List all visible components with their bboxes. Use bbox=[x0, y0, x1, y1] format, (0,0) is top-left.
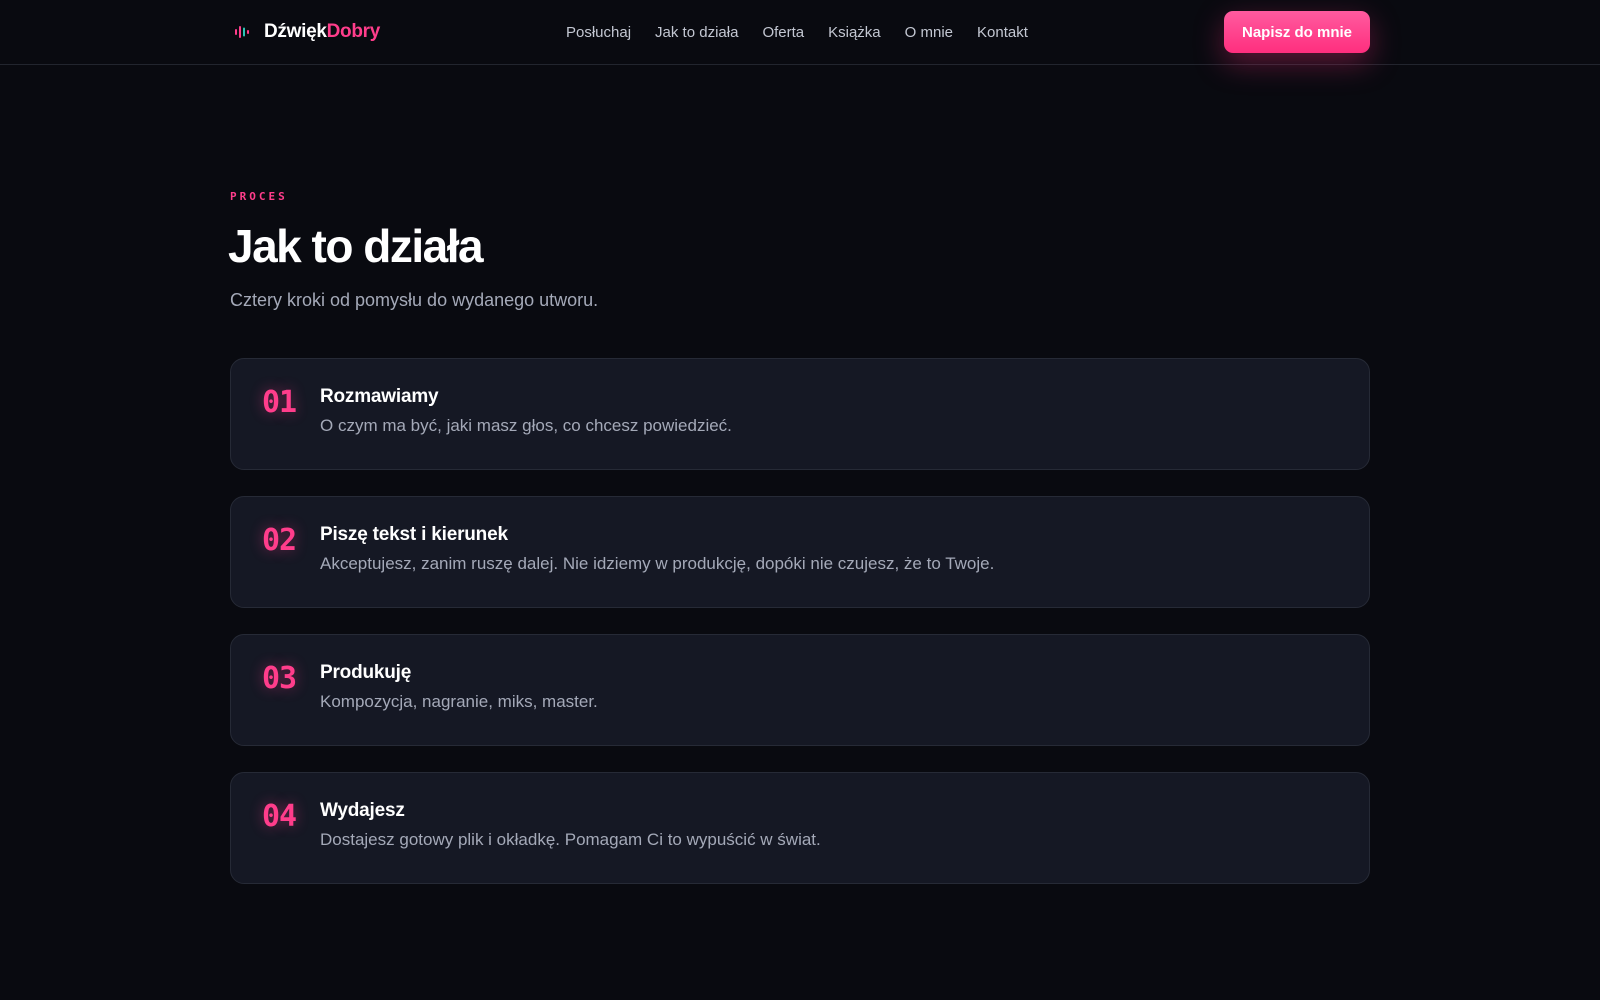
brand-name-part2: Dobry bbox=[326, 21, 381, 42]
section-subtitle: Cztery kroki od pomysłu do wydanego utwo… bbox=[230, 290, 599, 310]
step-title: Wydajesz bbox=[320, 800, 405, 821]
main-nav: Posłuchaj Jak to działa Oferta Książka O… bbox=[566, 20, 1028, 44]
nav-item-posluchaj[interactable]: Posłuchaj bbox=[566, 24, 631, 41]
step-title: Rozmawiamy bbox=[320, 386, 439, 407]
brand-name: DźwiękDobry bbox=[264, 21, 380, 43]
step-number: 03 bbox=[262, 661, 297, 696]
step-card: 02 Piszę tekst i kierunek Akceptujesz, z… bbox=[230, 496, 1370, 608]
step-number: 04 bbox=[262, 799, 297, 834]
nav-item-kontakt[interactable]: Kontakt bbox=[977, 24, 1028, 41]
step-title: Produkuję bbox=[320, 662, 412, 683]
step-title: Piszę tekst i kierunek bbox=[320, 524, 508, 545]
steps-list: 01 Rozmawiamy O czym ma być, jaki masz g… bbox=[230, 358, 1370, 884]
step-card: 03 Produkuję Kompozycja, nagranie, miks,… bbox=[230, 634, 1370, 746]
nav-item-ksiazka[interactable]: Książka bbox=[828, 24, 881, 41]
nav-item-jak-to-dziala[interactable]: Jak to działa bbox=[655, 24, 738, 41]
step-card: 04 Wydajesz Dostajesz gotowy plik i okła… bbox=[230, 772, 1370, 884]
section-eyebrow: PROCES bbox=[230, 190, 288, 203]
brand-name-part1: Dźwięk bbox=[264, 21, 327, 42]
brand-logo[interactable]: DźwiękDobry bbox=[234, 19, 380, 45]
nav-item-o-mnie[interactable]: O mnie bbox=[905, 24, 953, 41]
contact-cta-button[interactable]: Napisz do mnie bbox=[1224, 11, 1370, 53]
nav-item-oferta[interactable]: Oferta bbox=[762, 24, 804, 41]
step-description: Kompozycja, nagranie, miks, master. bbox=[320, 692, 598, 711]
step-card: 01 Rozmawiamy O czym ma być, jaki masz g… bbox=[230, 358, 1370, 470]
sound-wave-icon bbox=[235, 26, 249, 38]
section-title: Jak to działa bbox=[228, 220, 484, 272]
step-number: 01 bbox=[262, 385, 297, 420]
step-description: Dostajesz gotowy plik i okładkę. Pomagam… bbox=[320, 830, 821, 849]
step-number: 02 bbox=[262, 523, 297, 558]
step-description: O czym ma być, jaki masz głos, co chcesz… bbox=[320, 416, 732, 435]
site-header: DźwiękDobry Posłuchaj Jak to działa Ofer… bbox=[0, 0, 1600, 65]
step-description: Akceptujesz, zanim ruszę dalej. Nie idzi… bbox=[320, 554, 995, 573]
